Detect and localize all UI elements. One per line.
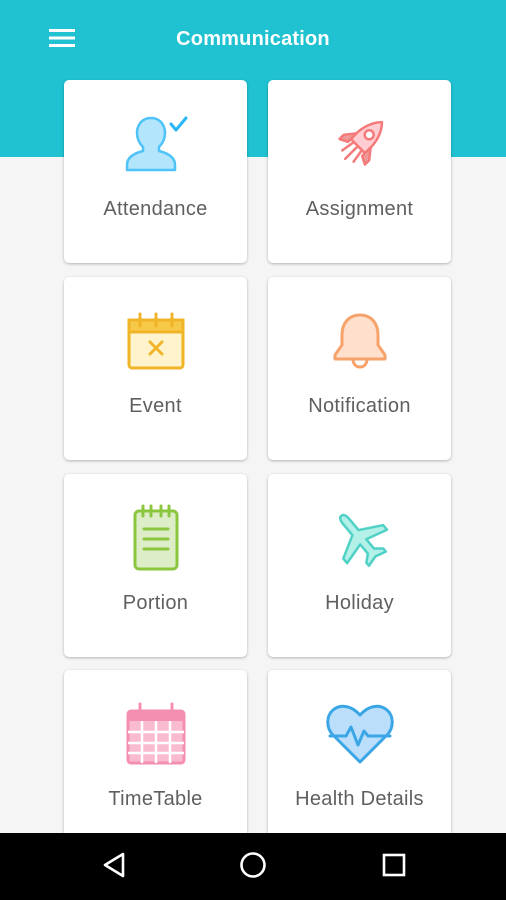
back-triangle-icon [101,851,127,884]
user-check-icon [64,110,247,178]
holiday-label: Holiday [325,592,394,614]
health-details-tile[interactable]: Health Details [268,670,451,833]
calendar-grid-icon [64,700,247,768]
timetable-label: TimeTable [108,788,203,810]
event-label: Event [129,395,182,417]
holiday-tile[interactable]: Holiday [268,474,451,657]
health-details-label: Health Details [295,788,424,810]
home-button[interactable] [228,844,278,890]
timetable-tile[interactable]: TimeTable [64,670,247,833]
assignment-label: Assignment [305,198,414,220]
assignment-tile[interactable]: Assignment [268,80,451,263]
notification-label: Notification [308,395,411,417]
back-button[interactable] [89,844,139,890]
event-tile[interactable]: Event [64,277,247,460]
bell-icon [268,307,451,375]
home-circle-icon [239,851,267,884]
portion-tile[interactable]: Portion [64,474,247,657]
portion-label: Portion [122,592,189,614]
tile-grid: Attendance Assignment Event Notification… [0,0,506,833]
calendar-x-icon [64,307,247,375]
airplane-icon [268,504,451,572]
rocket-icon [268,110,451,178]
attendance-label: Attendance [103,198,208,220]
heart-pulse-icon [268,700,451,768]
attendance-tile[interactable]: Attendance [64,80,247,263]
recents-square-icon [381,852,407,883]
notification-tile[interactable]: Notification [268,277,451,460]
system-nav-bar [0,833,506,900]
recents-button[interactable] [369,844,419,890]
notepad-icon [64,504,247,572]
